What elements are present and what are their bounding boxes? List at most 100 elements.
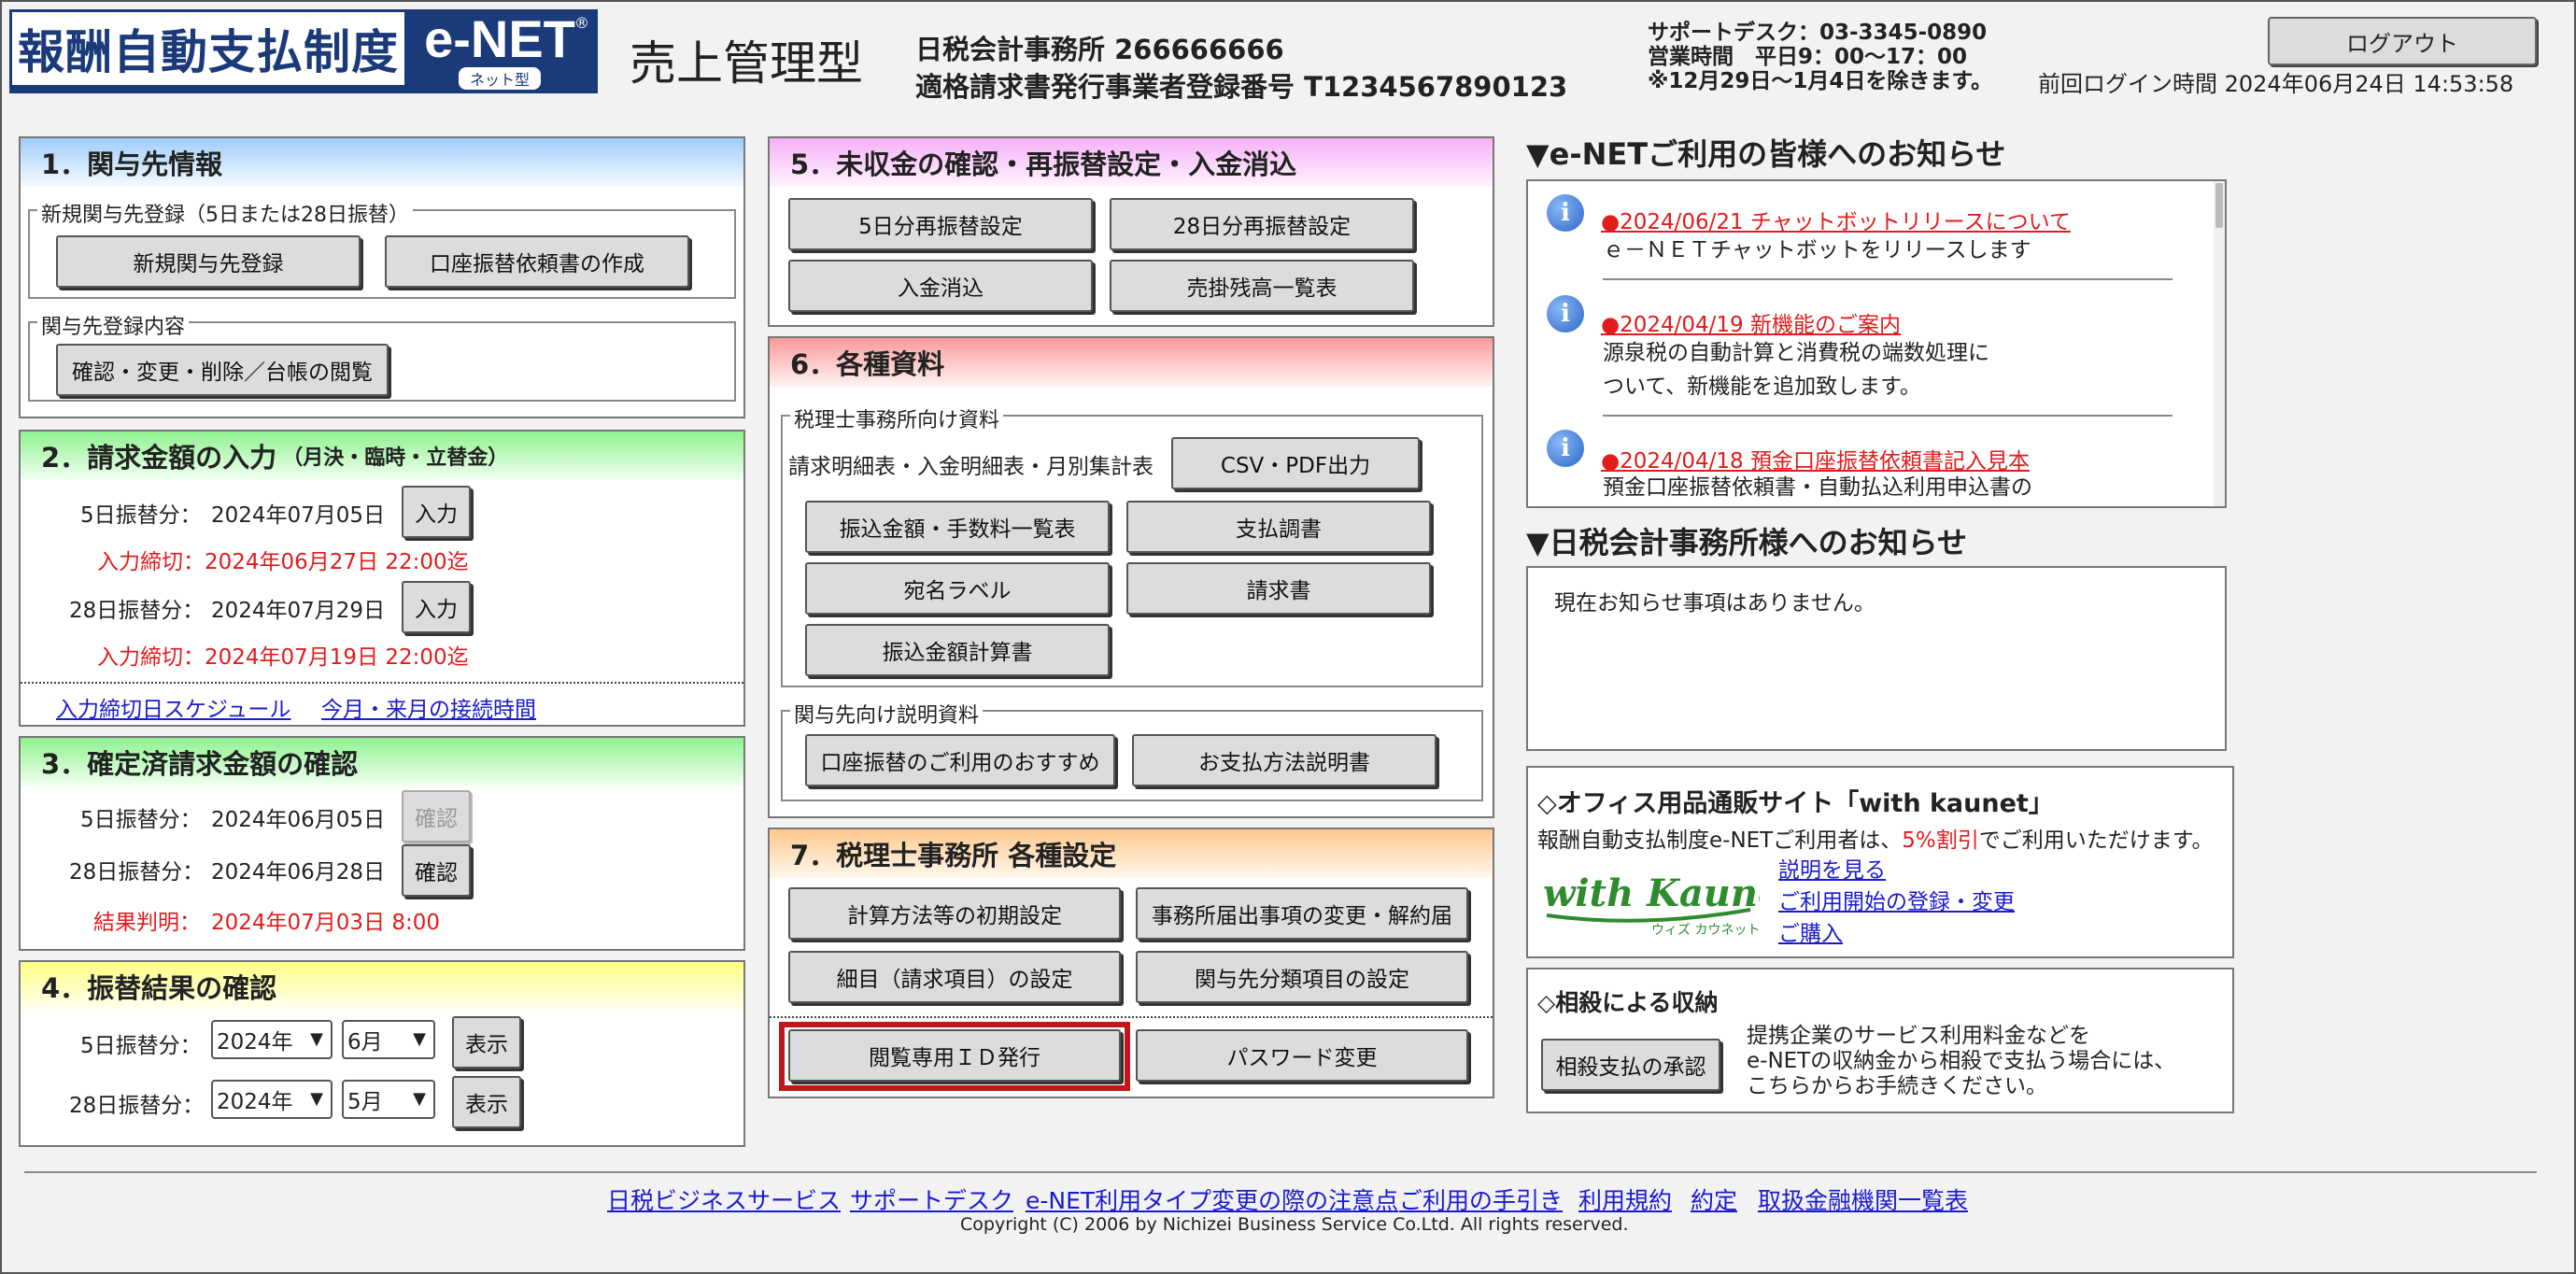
section-billing-input: 2．請求金額の入力 （月決・臨時・立替金） 5日振替分： 2024年07月05日… [19,430,745,727]
result-28th-label: 28日振替分： [69,1094,205,1118]
selected-month: 5月 [347,1090,383,1114]
news-item-title[interactable]: ●2024/06/21 チャットボットリリースについて [1601,204,2071,235]
footer-link-support[interactable]: サポートデスク [850,1182,1013,1216]
input-deadline-schedule-link[interactable]: 入力締切日スケジュール [56,691,290,723]
office-change-button[interactable]: 事務所届出事項の変更・解約届 [1136,887,1468,940]
last-login: 前回ログイン時間 2024年06月24日 14:53:58 [2038,71,2514,97]
news-body-line: ついて、新機能を追加致します。 [1603,375,1921,399]
month-select-5th[interactable]: 6月 ▼ [342,1020,435,1059]
fieldset-client-documents: 関与先向け説明資料 口座振替のご利用のおすすめ お支払方法説明書 [781,699,1483,801]
kaunet-logo-graphic: with Kaunet ウィズ カウネット [1543,871,1799,938]
month-select-28th[interactable]: 5月 ▼ [342,1080,435,1119]
kaunet-register-link[interactable]: ご利用開始の登録・変更 [1778,884,2015,915]
password-change-button[interactable]: パスワード変更 [1136,1029,1468,1082]
offset-approval-button[interactable]: 相殺支払の承認 [1541,1039,1720,1091]
section-office-settings: 7．税理士事務所 各種設定 計算方法等の初期設定 事務所届出事項の変更・解約届 … [768,828,1494,1098]
view-only-id-button[interactable]: 閲覧専用ＩＤ発行 [788,1029,1121,1082]
year-select-5th[interactable]: 2024年 ▼ [211,1020,333,1059]
section-receivables: 5．未収金の確認・再振替設定・入金消込 5日分再振替設定 28日分再振替設定 入… [768,136,1494,327]
confirmed-5th-label: 5日振替分： [80,808,202,832]
news-body-line: 源泉税の自動計算と消費税の端数処理に [1603,341,1989,365]
payment-clearing-button[interactable]: 入金消込 [788,260,1093,312]
footer-link-type-change[interactable]: e-NET利用タイプ変更の際の注意点 [1026,1182,1398,1216]
transfer-28th-label: 28日振替分： [69,599,205,623]
input-28th-button[interactable]: 入力 [402,581,471,633]
chevron-down-icon: ▼ [310,1089,323,1109]
footer-link-banks[interactable]: 取扱金融機関一覧表 [1758,1182,1968,1216]
result-label: 結果判明： [93,911,201,935]
enet-logo: 報酬自動支払制度 ® e-NET ネット型 [9,9,598,93]
kaunet-purchase-link[interactable]: ご購入 [1778,915,1843,947]
confirmed-28th-date: 2024年06月28日 [211,860,386,885]
selected-year: 2024年 [217,1090,293,1114]
retransfer-28th-button[interactable]: 28日分再振替設定 [1110,198,1414,250]
view-client-ledger-button[interactable]: 確認・変更・削除／台帳の閲覧 [56,344,389,396]
offset-description: 提携企業のサービス利用料金などを e-NETの収納金から相殺で支払う場合には、 … [1747,1024,2175,1099]
section-title: 3．確定済請求金額の確認 [21,738,743,786]
news-item-title[interactable]: ●2024/04/19 新機能のご案内 [1601,306,1901,338]
fieldset-office-documents: 税理士事務所向け資料 請求明細表・入金明細表・月別集計表 CSV・PDF出力 振… [781,403,1483,687]
show-5th-button[interactable]: 表示 [452,1016,521,1069]
deadline-28th: 入力締切：2024年07月19日 22:00迄 [97,645,469,670]
section-title-text: 2．請求金額の入力 [41,442,277,474]
receivable-balance-button[interactable]: 売掛残高一覧表 [1110,260,1414,312]
show-28th-button[interactable]: 表示 [452,1076,521,1128]
scroll-thumb[interactable] [2215,183,2223,228]
confirm-5th-button[interactable]: 確認 [402,790,471,842]
news-separator [1603,415,2173,417]
csv-pdf-export-button[interactable]: CSV・PDF出力 [1171,437,1420,489]
client-category-button[interactable]: 関与先分類項目の設定 [1136,951,1468,1003]
new-client-button[interactable]: 新規関与先登録 [56,235,361,288]
transfer-5th-date: 2024年07月05日 [211,503,386,528]
footer-link-guide[interactable]: ご利用の手引き [1399,1182,1563,1216]
transfer-fee-list-button[interactable]: 振込金額・手数料一覧表 [805,501,1110,553]
copyright: Copyright (C) 2006 by Nichizei Business … [960,1214,1629,1235]
connection-hours-link[interactable]: 今月・来月の接続時間 [321,691,536,723]
support-info: サポートデスク：03-3345-0890 営業時間 平日9：00～17：00 ※… [1648,21,1992,93]
input-5th-button[interactable]: 入力 [402,486,471,538]
address-label-button[interactable]: 宛名ラベル [805,562,1110,615]
section-title: 4．振替結果の確認 [21,962,743,1011]
logo-registered-mark: ® [574,14,589,32]
section-transfer-result: 4．振替結果の確認 5日振替分： 2024年 ▼ 6月 ▼ 表示 28日振替分： 2… [19,960,745,1147]
offset-box: ◇相殺による収納 相殺支払の承認 提携企業のサービス利用料金などを e-NETの… [1526,968,2234,1113]
support-hours: 営業時間 平日9：00～17：00 [1648,45,1968,69]
account-transfer-recommend-button[interactable]: 口座振替のご利用のおすすめ [805,734,1115,786]
section-documents: 6．各種資料 税理士事務所向け資料 請求明細表・入金明細表・月別集計表 CSV・… [768,336,1494,818]
kaunet-logo[interactable]: with Kaunet ウィズ カウネット [1539,861,1799,938]
fieldset-legend: 関与先向け説明資料 [790,699,984,729]
news-list: i ●2024/06/21 チャットボットリリースについて ｅ－ＮＥＴチャットボ… [1526,179,2227,508]
info-icon: i [1547,430,1584,467]
support-phone: サポートデスク：03-3345-0890 [1648,21,1988,45]
logout-button[interactable]: ログアウト [2268,17,2537,65]
transfer-calc-button[interactable]: 振込金額計算書 [805,624,1110,676]
news-item-title[interactable]: ●2024/04/18 預金口座振替依頼書記入見本 [1601,443,2030,474]
kaunet-heading: ◇オフィス用品通販サイト「with kaunet」 [1537,789,2054,818]
initial-settings-button[interactable]: 計算方法等の初期設定 [788,887,1121,940]
footer-link-agreement[interactable]: 約定 [1691,1182,1737,1216]
news-scrollbar[interactable] [2214,181,2225,506]
kaunet-logo-text: with Kaunet [1543,871,1760,915]
footer-link-nichizei[interactable]: 日税ビジネスサービス [607,1182,841,1216]
chevron-down-icon: ▼ [413,1029,426,1049]
news-heading: ▼e-NETご利用の皆様へのお知らせ [1526,136,2006,172]
payment-method-button[interactable]: お支払方法説明書 [1132,734,1437,786]
section-title-sub: （月決・臨時・立替金） [282,446,509,470]
page-frame: 報酬自動支払制度 ® e-NET ネット型 売上管理型 日税会計事務所 2666… [0,0,2576,1274]
confirmed-28th-label: 28日振替分： [69,860,205,885]
fieldset-legend: 新規関与先登録（5日または28日振替） [37,198,413,228]
retransfer-5th-button[interactable]: 5日分再振替設定 [788,198,1093,250]
year-select-28th[interactable]: 2024年 ▼ [211,1080,333,1119]
registration-number: 適格請求書発行事業者登録番号 T1234567890123 [915,71,1568,103]
kaunet-description: 報酬自動支払制度e-NETご利用者は、5%割引でご利用いただけます。 [1537,822,2213,854]
account-transfer-form-button[interactable]: 口座振替依頼書の作成 [385,235,689,288]
footer-link-terms[interactable]: 利用規約 [1578,1182,1672,1216]
header: 報酬自動支払制度 ® e-NET ネット型 売上管理型 日税会計事務所 2666… [2,2,2574,103]
invoice-button[interactable]: 請求書 [1126,562,1431,615]
kaunet-explain-link[interactable]: 説明を見る [1778,852,1886,884]
payment-record-button[interactable]: 支払調書 [1126,501,1431,553]
kaunet-logo-sub: ウィズ カウネット [1651,923,1760,938]
selected-month: 6月 [347,1030,383,1055]
detail-items-button[interactable]: 細目（請求項目）の設定 [788,951,1121,1003]
confirm-28th-button[interactable]: 確認 [402,844,471,897]
